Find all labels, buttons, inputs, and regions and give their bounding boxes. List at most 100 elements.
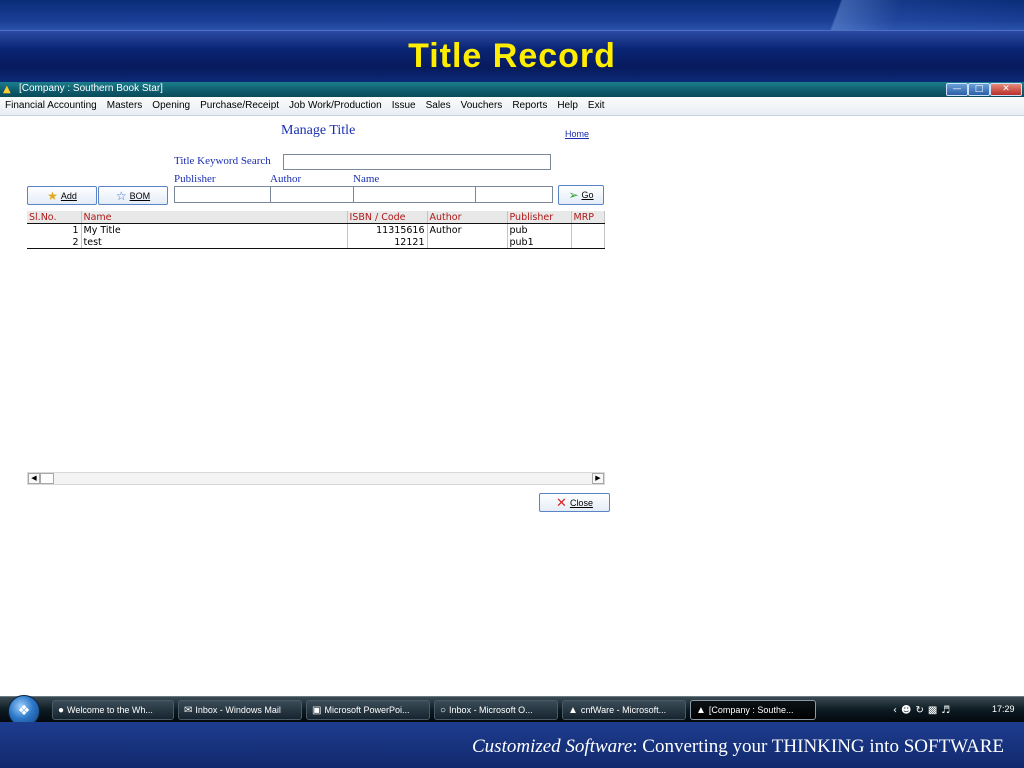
publisher-input[interactable] <box>174 186 271 203</box>
maximize-button[interactable]: □ <box>968 83 990 96</box>
tray-volume-icon[interactable]: ♬ <box>941 705 950 716</box>
taskbar-item-label: cnfWare - Microsoft... <box>580 705 667 715</box>
cell-slno: 2 <box>27 236 82 249</box>
clock[interactable]: 17:29 <box>992 704 1015 714</box>
powerpoint-icon: ▣ <box>312 704 322 716</box>
extra-filter-input[interactable] <box>475 186 553 203</box>
menu-vouchers[interactable]: Vouchers <box>456 97 508 111</box>
taskbar-item-label: Welcome to the Wh... <box>67 705 153 715</box>
taskbar-item-active[interactable]: ▲ [Company : Southe... <box>690 700 816 720</box>
window-title: [Company : Southern Book Star] <box>19 83 163 94</box>
app-icon: ▲ <box>3 84 11 95</box>
outlook-icon: ○ <box>440 704 447 716</box>
taskbar-item-label: Inbox - Windows Mail <box>195 705 281 715</box>
taskbar-item[interactable]: ● Welcome to the Wh... <box>52 700 174 720</box>
taskbar-item[interactable]: ▣ Microsoft PowerPoi... <box>306 700 430 720</box>
taskbar-item[interactable]: ▲ cnfWare - Microsoft... <box>562 700 686 720</box>
footer-tagline: Customized Software: Converting your THI… <box>472 736 1004 758</box>
table-header-row: Sl.No. Name ISBN / Code Author Publisher… <box>27 211 605 224</box>
taskbar: ❖ ● Welcome to the Wh... ✉ Inbox - Windo… <box>0 695 1024 727</box>
taskbar-item[interactable]: ○ Inbox - Microsoft O... <box>434 700 558 720</box>
keyword-search-input[interactable] <box>283 154 551 170</box>
slide-top-band <box>0 0 1024 30</box>
add-button[interactable]: ★ Add <box>27 186 97 205</box>
browser-icon: ● <box>58 704 65 716</box>
window-close-button[interactable]: ✕ <box>990 83 1022 96</box>
scroll-left-arrow-icon[interactable]: ◀ <box>28 473 40 484</box>
taskbar-item-label: Microsoft PowerPoi... <box>324 705 410 715</box>
scrollbar-thumb[interactable] <box>40 473 54 484</box>
menu-financial-accounting[interactable]: Financial Accounting <box>0 97 102 111</box>
close-button-label: Close <box>569 497 593 508</box>
close-x-icon: ✕ <box>556 494 567 510</box>
cell-name[interactable]: test <box>81 236 348 249</box>
col-header-mrp[interactable]: MRP <box>571 211 605 224</box>
cell-isbn: 12121 <box>347 236 428 249</box>
author-input[interactable] <box>270 186 354 203</box>
cell-mrp <box>571 223 605 236</box>
author-label: Author <box>270 173 302 185</box>
menu-exit[interactable]: Exit <box>583 97 610 111</box>
menu-reports[interactable]: Reports <box>507 97 552 111</box>
publisher-label: Publisher <box>174 173 216 185</box>
tray-expand-icon[interactable]: ‹ <box>893 705 897 716</box>
footer-tagline-emphasis: Customized Software <box>472 736 633 757</box>
col-header-slno[interactable]: Sl.No. <box>27 211 82 224</box>
table-row[interactable]: 2 test 12121 pub1 <box>27 236 605 249</box>
taskbar-item-label: Inbox - Microsoft O... <box>449 705 533 715</box>
footer-tagline-rest: : Converting your THINKING into SOFTWARE <box>632 736 1004 757</box>
go-button[interactable]: ➢ Go <box>558 185 604 205</box>
app-window: ▲ [Company : Southern Book Star] — □ ✕ F… <box>0 82 1024 696</box>
cell-author <box>427 236 508 249</box>
top-sheen-decoration <box>814 0 1024 30</box>
window-titlebar: ▲ [Company : Southern Book Star] — □ ✕ <box>0 82 1024 97</box>
cell-author: Author <box>427 223 508 236</box>
menu-purchase-receipt[interactable]: Purchase/Receipt <box>195 97 284 111</box>
slide-title: Title Record <box>408 37 616 75</box>
app-icon: ▲ <box>696 704 706 716</box>
table-row[interactable]: 1 My Title 11315616 Author pub <box>27 223 605 236</box>
page-heading: Manage Title <box>281 123 356 138</box>
cell-isbn: 11315616 <box>347 223 428 236</box>
go-button-label: Go <box>581 190 594 200</box>
col-header-name[interactable]: Name <box>81 211 348 224</box>
cell-slno: 1 <box>27 223 82 236</box>
manage-title-panel: Manage Title Home Title Keyword Search P… <box>0 116 1024 696</box>
name-label: Name <box>353 173 380 185</box>
system-tray: ‹ ☻ ↻ ▩ ♬ <box>893 700 954 720</box>
menu-issue[interactable]: Issue <box>387 97 421 111</box>
titles-table: Sl.No. Name ISBN / Code Author Publisher… <box>27 211 605 249</box>
star-outline-icon: ☆ <box>115 188 127 203</box>
cell-mrp <box>571 236 605 249</box>
keyword-search-label: Title Keyword Search <box>174 155 271 167</box>
horizontal-scrollbar[interactable]: ◀ ▶ <box>27 472 605 485</box>
minimize-button[interactable]: — <box>946 83 968 96</box>
cell-publisher: pub <box>507 223 572 236</box>
menu-bar: Financial Accounting Masters Opening Pur… <box>0 97 1024 116</box>
menu-job-work-production[interactable]: Job Work/Production <box>284 97 387 111</box>
mail-icon: ✉ <box>184 704 193 716</box>
star-icon: ★ <box>47 188 58 203</box>
home-link[interactable]: Home <box>565 129 589 139</box>
col-header-publisher[interactable]: Publisher <box>507 211 572 224</box>
menu-sales[interactable]: Sales <box>421 97 456 111</box>
close-button[interactable]: ✕ Close <box>539 493 610 512</box>
col-header-author[interactable]: Author <box>427 211 508 224</box>
arrow-go-icon: ➢ <box>568 188 579 202</box>
bom-button-label: BOM <box>129 190 151 201</box>
slide-footer: Customized Software: Converting your THI… <box>0 722 1024 768</box>
name-input[interactable] <box>353 186 476 203</box>
tray-network-icon[interactable]: ▩ <box>928 705 937 716</box>
app-icon: ▲ <box>568 704 578 716</box>
menu-opening[interactable]: Opening <box>147 97 195 111</box>
col-header-isbn[interactable]: ISBN / Code <box>347 211 428 224</box>
tray-messenger-icon[interactable]: ☻ <box>901 705 911 716</box>
menu-masters[interactable]: Masters <box>102 97 148 111</box>
add-button-label: Add <box>60 190 77 201</box>
taskbar-item[interactable]: ✉ Inbox - Windows Mail <box>178 700 302 720</box>
scroll-right-arrow-icon[interactable]: ▶ <box>592 473 604 484</box>
bom-button[interactable]: ☆ BOM <box>98 186 168 205</box>
menu-help[interactable]: Help <box>552 97 583 111</box>
tray-sync-icon[interactable]: ↻ <box>915 705 923 716</box>
cell-name[interactable]: My Title <box>81 223 348 236</box>
